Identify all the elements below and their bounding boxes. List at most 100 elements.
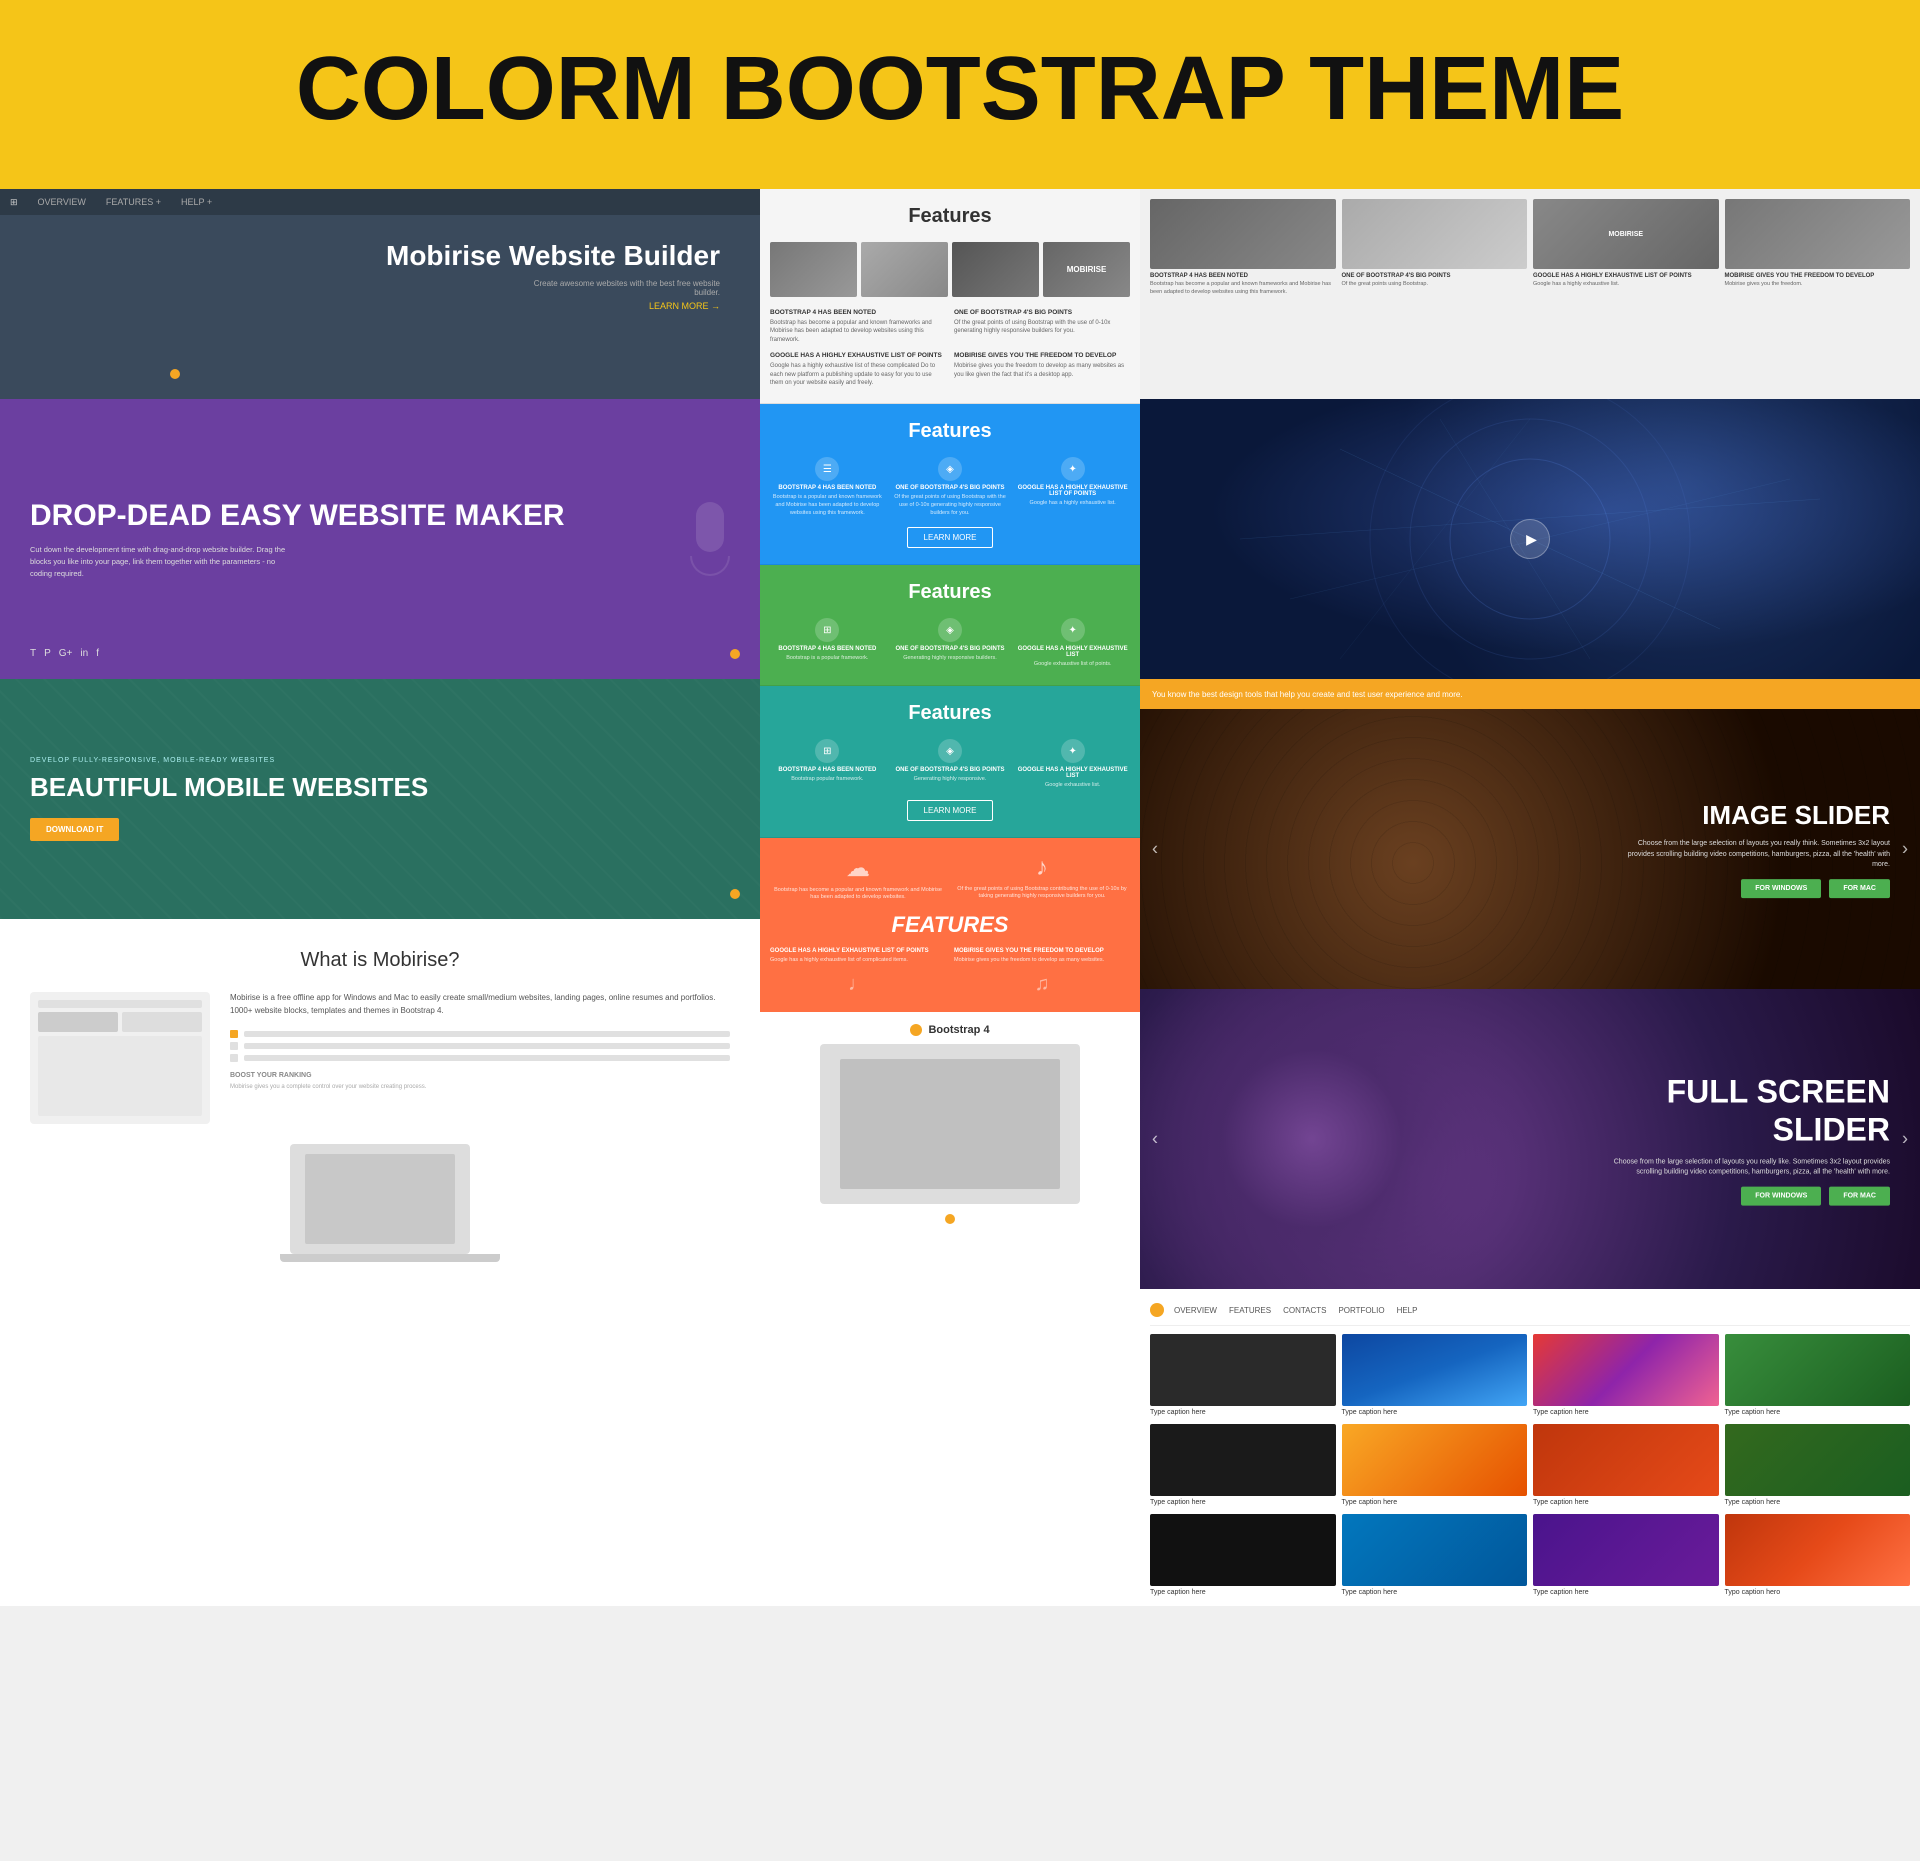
banner-text: You know the best design tools that help…	[1152, 690, 1463, 699]
gallery-row-2: Type caption here Type caption here Type…	[1150, 1424, 1910, 1506]
fullscreen-mac-btn[interactable]: FOR MAC	[1829, 1186, 1890, 1205]
gallery-img-2-2	[1342, 1424, 1528, 1496]
f4-i1-body: Bootstrap popular framework.	[770, 776, 885, 784]
nav-item-features[interactable]: FEATURES +	[106, 197, 161, 207]
gallery-item-3-1: Type caption here	[1150, 1514, 1336, 1596]
fullscreen-nav-left-icon[interactable]: ‹	[1152, 1129, 1158, 1150]
feature-col-2: ONE OF BOOTSTRAP 4'S BIG POINTS Of the g…	[954, 309, 1130, 344]
gallery-row-3: Type caption here Type caption here Type…	[1150, 1514, 1910, 1596]
twitter-icon[interactable]: T	[30, 648, 36, 659]
right-column: BOOTSTRAP 4 HAS BEEN NOTED Bootstrap has…	[1140, 189, 1920, 1606]
gallery-img-2-4	[1725, 1424, 1911, 1496]
slider-text-content: IMAGE SLIDER Choose from the large selec…	[1610, 800, 1890, 898]
teal-hero-text: DEVELOP FULLY-RESPONSIVE, MOBILE-READY W…	[30, 757, 428, 840]
social-icons: T P G+ in f	[30, 648, 99, 659]
gallery-nav-1[interactable]: OVERVIEW	[1174, 1306, 1217, 1315]
gallery-nav-2[interactable]: FEATURES	[1229, 1306, 1271, 1315]
gallery-logo	[1150, 1303, 1164, 1317]
gallery-caption-3-4: Typo caption hero	[1725, 1589, 1911, 1596]
gallery-item-3-2: Type caption here	[1342, 1514, 1528, 1596]
gallery-item-2-3: Type caption here	[1533, 1424, 1719, 1506]
gallery-nav-5[interactable]: HELP	[1397, 1306, 1418, 1315]
features-grid-2: ☰ BOOTSTRAP 4 HAS BEEN NOTED Bootstrap i…	[770, 457, 1130, 517]
flower-overlay	[1140, 989, 1569, 1289]
features-grid-3: ⊞ BOOTSTRAP 4 HAS BEEN NOTED Bootstrap i…	[770, 618, 1130, 669]
gallery-img-1-1	[1150, 1334, 1336, 1406]
right-f-card-4: MOBIRISE GIVES YOU THE FREEDOM TO DEVELO…	[1725, 199, 1911, 389]
f3-i2-body: Generating highly responsive builders.	[893, 655, 1008, 663]
rf3-body: Google has a highly exhaustive list.	[1533, 281, 1719, 289]
feature-img-2	[861, 242, 948, 297]
mobirise-subtitle: Create awesome websites with the best fr…	[520, 279, 720, 297]
facebook-icon[interactable]: f	[96, 648, 99, 659]
gallery-caption-2-4: Type caption here	[1725, 1499, 1911, 1506]
fullscreen-slider-panel: ‹ › FULL SCREEN SLIDER Choose from the l…	[1140, 989, 1920, 1289]
gallery-item-3-3: Type caption here	[1533, 1514, 1719, 1596]
google-icon[interactable]: G+	[59, 648, 73, 659]
f4-body: Mobirise gives you the freedom to develo…	[954, 362, 1130, 379]
bootstrap-badge-text: Bootstrap 4	[928, 1024, 989, 1036]
slider-body: Choose from the large selection of layou…	[1610, 839, 1890, 871]
learn-more-btn-2[interactable]: LEARN MORE	[907, 527, 994, 548]
feature-col-4: MOBIRISE GIVES YOU THE FREEDOM TO DEVELO…	[954, 352, 1130, 387]
learn-more-link[interactable]: LEARN MORE →	[386, 301, 720, 311]
features-5-bottom: GOOGLE HAS A HIGHLY EXHAUSTIVE LIST OF P…	[770, 948, 1130, 965]
gallery-panel: OVERVIEW FEATURES CONTACTS PORTFOLIO HEL…	[1140, 1289, 1920, 1606]
header: COLORM BOOTSTRAP THEME	[0, 0, 1920, 189]
video-panel: ▶	[1140, 399, 1920, 679]
orange-dot-1	[170, 369, 180, 379]
gallery-caption-1-4: Type caption here	[1725, 1409, 1911, 1416]
f4-i1-title: BOOTSTRAP 4 HAS BEEN NOTED	[770, 767, 885, 773]
gallery-nav: OVERVIEW FEATURES CONTACTS PORTFOLIO HEL…	[1174, 1306, 1417, 1315]
gallery-nav-4[interactable]: PORTFOLIO	[1338, 1306, 1384, 1315]
gallery-caption-1-2: Type caption here	[1342, 1409, 1528, 1416]
f5-icon-4: ♫	[954, 973, 1130, 996]
pinterest-icon[interactable]: P	[44, 648, 51, 659]
video-play-btn[interactable]: ▶	[1510, 519, 1550, 559]
fullscreen-text-content: FULL SCREEN SLIDER Choose from the large…	[1590, 1073, 1890, 1206]
gallery-caption-1-1: Type caption here	[1150, 1409, 1336, 1416]
f3-item-3: ✦ GOOGLE HAS A HIGHLY EXHAUSTIVE LIST Go…	[1015, 618, 1130, 669]
rf2-title: ONE OF BOOTSTRAP 4'S BIG POINTS	[1342, 273, 1528, 279]
linkedin-icon[interactable]: in	[80, 648, 88, 659]
laptop-mockup-2	[820, 1044, 1080, 1204]
f2-item-1: ☰ BOOTSTRAP 4 HAS BEEN NOTED Bootstrap i…	[770, 457, 885, 517]
gallery-item-3-4: Typo caption hero	[1725, 1514, 1911, 1596]
f3-i1-title: BOOTSTRAP 4 HAS BEEN NOTED	[770, 646, 885, 652]
f2-i2-body: Of the great points of using Bootstrap w…	[893, 494, 1008, 517]
fullscreen-windows-btn[interactable]: FOR WINDOWS	[1741, 1186, 1821, 1205]
nav-item-overview[interactable]: OVERVIEW	[38, 197, 86, 207]
f1-title: BOOTSTRAP 4 HAS BEEN NOTED	[770, 309, 946, 316]
for-mac-btn[interactable]: FOR MAC	[1829, 879, 1890, 898]
rf4-body: Mobirise gives you the freedom.	[1725, 281, 1911, 289]
gallery-img-3-4	[1725, 1514, 1911, 1586]
f5-col-1: GOOGLE HAS A HIGHLY EXHAUSTIVE LIST OF P…	[770, 948, 946, 965]
download-btn[interactable]: DOWNLOAD IT	[30, 818, 119, 841]
f5-icon-3: ♩	[770, 973, 946, 996]
f5-icon-1: ☁ Bootstrap has become a popular and kno…	[770, 854, 946, 902]
gallery-img-1-2	[1342, 1334, 1528, 1406]
f4-i2-title: ONE OF BOOTSTRAP 4'S BIG POINTS	[893, 767, 1008, 773]
f2-i2-title: ONE OF BOOTSTRAP 4'S BIG POINTS	[893, 485, 1008, 491]
gallery-nav-3[interactable]: CONTACTS	[1283, 1306, 1326, 1315]
for-windows-btn[interactable]: FOR WINDOWS	[1741, 879, 1821, 898]
f2-item-3: ✦ GOOGLE HAS A HIGHLY EXHAUSTIVE LIST OF…	[1015, 457, 1130, 517]
slider-buttons: FOR WINDOWS FOR MAC	[1610, 879, 1890, 898]
right-f-card-1: BOOTSTRAP 4 HAS BEEN NOTED Bootstrap has…	[1150, 199, 1336, 389]
bootstrap-panel: Bootstrap 4	[760, 1012, 1140, 1606]
f4-i3-title: GOOGLE HAS A HIGHLY EXHAUSTIVE LIST	[1015, 767, 1130, 779]
laptop-mockup	[280, 1144, 480, 1274]
slider-nav-left-icon[interactable]: ‹	[1152, 839, 1158, 860]
gallery-img-3-2	[1342, 1514, 1528, 1586]
f2-title: ONE OF BOOTSTRAP 4'S BIG POINTS	[954, 309, 1130, 316]
orange-dot-2	[730, 649, 740, 659]
feature-img-4: MOBIRISE	[1043, 242, 1130, 297]
nav-item-help[interactable]: HELP +	[181, 197, 212, 207]
f4-title: MOBIRISE GIVES YOU THE FREEDOM TO DEVELO…	[954, 352, 1130, 359]
slider-nav-right-icon[interactable]: ›	[1902, 839, 1908, 860]
gallery-item-2-1: Type caption here	[1150, 1424, 1336, 1506]
features-title-5: FEATURES	[770, 912, 1130, 938]
learn-more-btn-4[interactable]: LEARN MORE	[907, 800, 994, 821]
f5-p2: Of the great points of using Bootstrap c…	[954, 886, 1130, 901]
fullscreen-nav-right-icon[interactable]: ›	[1902, 1129, 1908, 1150]
